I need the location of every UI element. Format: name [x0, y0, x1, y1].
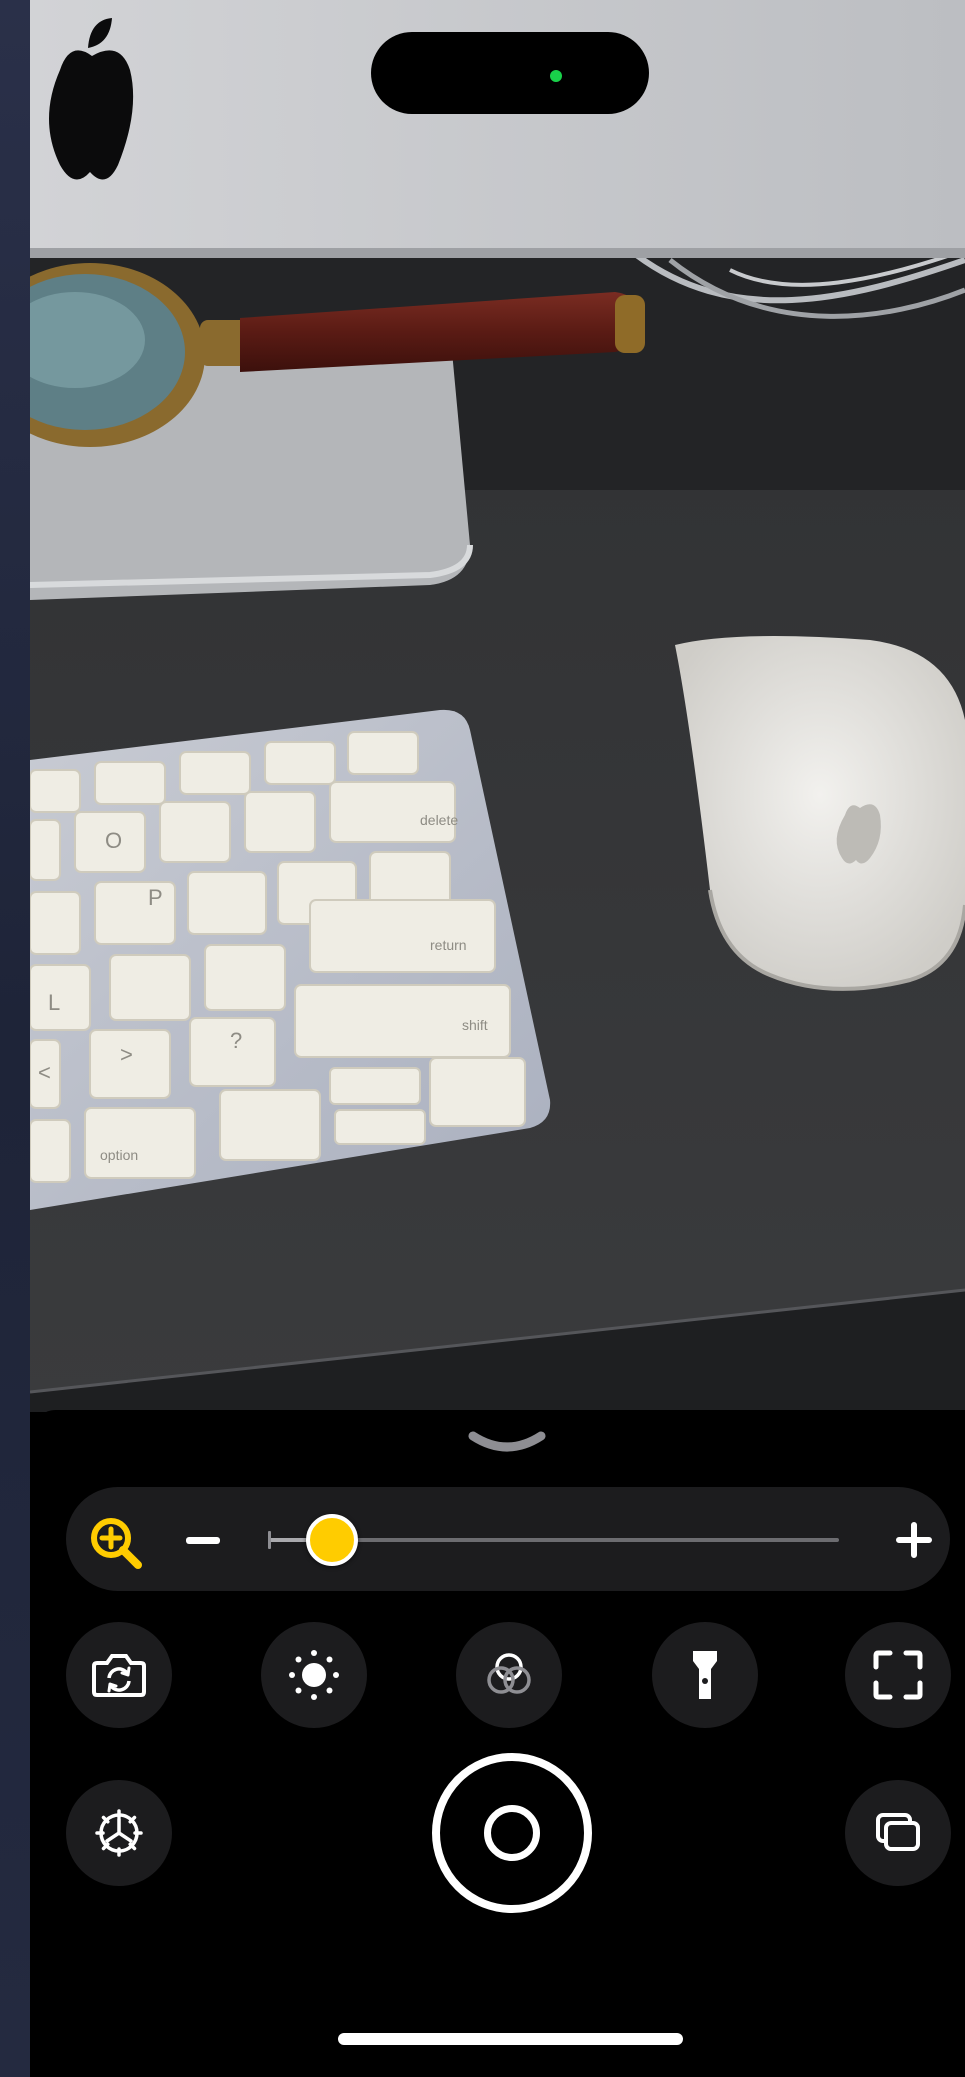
camera-flip-icon [92, 1654, 146, 1697]
shutter-button[interactable] [432, 1753, 592, 1913]
camera-scene: delete return shift option P O L ? > < [30, 0, 965, 1412]
zoom-slider-thumb[interactable] [305, 1514, 358, 1566]
detection-mode-button[interactable] [845, 1622, 951, 1728]
key-label-return: return [430, 937, 467, 953]
home-indicator[interactable] [338, 2033, 683, 2045]
filters-button[interactable] [456, 1622, 562, 1728]
flashlight-icon [693, 1651, 717, 1699]
key-label-delete: delete [420, 812, 458, 828]
gear-icon [95, 1809, 143, 1857]
filters-icon [487, 1653, 531, 1694]
flip-camera-button[interactable] [66, 1622, 172, 1728]
camera-viewfinder[interactable]: delete return shift option P O L ? > < [30, 0, 965, 1412]
key-label-o: O [105, 828, 122, 853]
control-panel [30, 1410, 965, 2077]
brightness-icon [289, 1650, 339, 1700]
viewfinder-brackets-icon [873, 1650, 923, 1700]
settings-button[interactable] [66, 1780, 172, 1886]
key-label-option: option [100, 1147, 138, 1163]
zoom-in-icon [91, 1518, 142, 1569]
dynamic-island [371, 32, 649, 114]
key-label-shift: shift [462, 1017, 488, 1033]
phone-screen: delete return shift option P O L ? > < [30, 0, 965, 2077]
minus-icon[interactable] [186, 1537, 220, 1544]
zoom-slider-start-cap [268, 1531, 271, 1549]
background-edge [0, 0, 30, 2077]
camera-in-use-indicator [550, 70, 562, 82]
plus-icon[interactable] [896, 1522, 932, 1558]
chevron-down-icon[interactable] [467, 1428, 547, 1460]
key-label-greater: > [120, 1042, 133, 1067]
multi-window-icon [876, 1813, 920, 1851]
key-label-question: ? [230, 1028, 242, 1053]
brightness-button[interactable] [261, 1622, 367, 1728]
zoom-control [66, 1487, 950, 1591]
multi-capture-button[interactable] [845, 1780, 951, 1886]
flashlight-button[interactable] [652, 1622, 758, 1728]
key-label-less: < [38, 1060, 51, 1085]
key-label-p: P [148, 885, 163, 910]
key-label-l: L [48, 990, 60, 1015]
shutter-icon [484, 1805, 540, 1861]
